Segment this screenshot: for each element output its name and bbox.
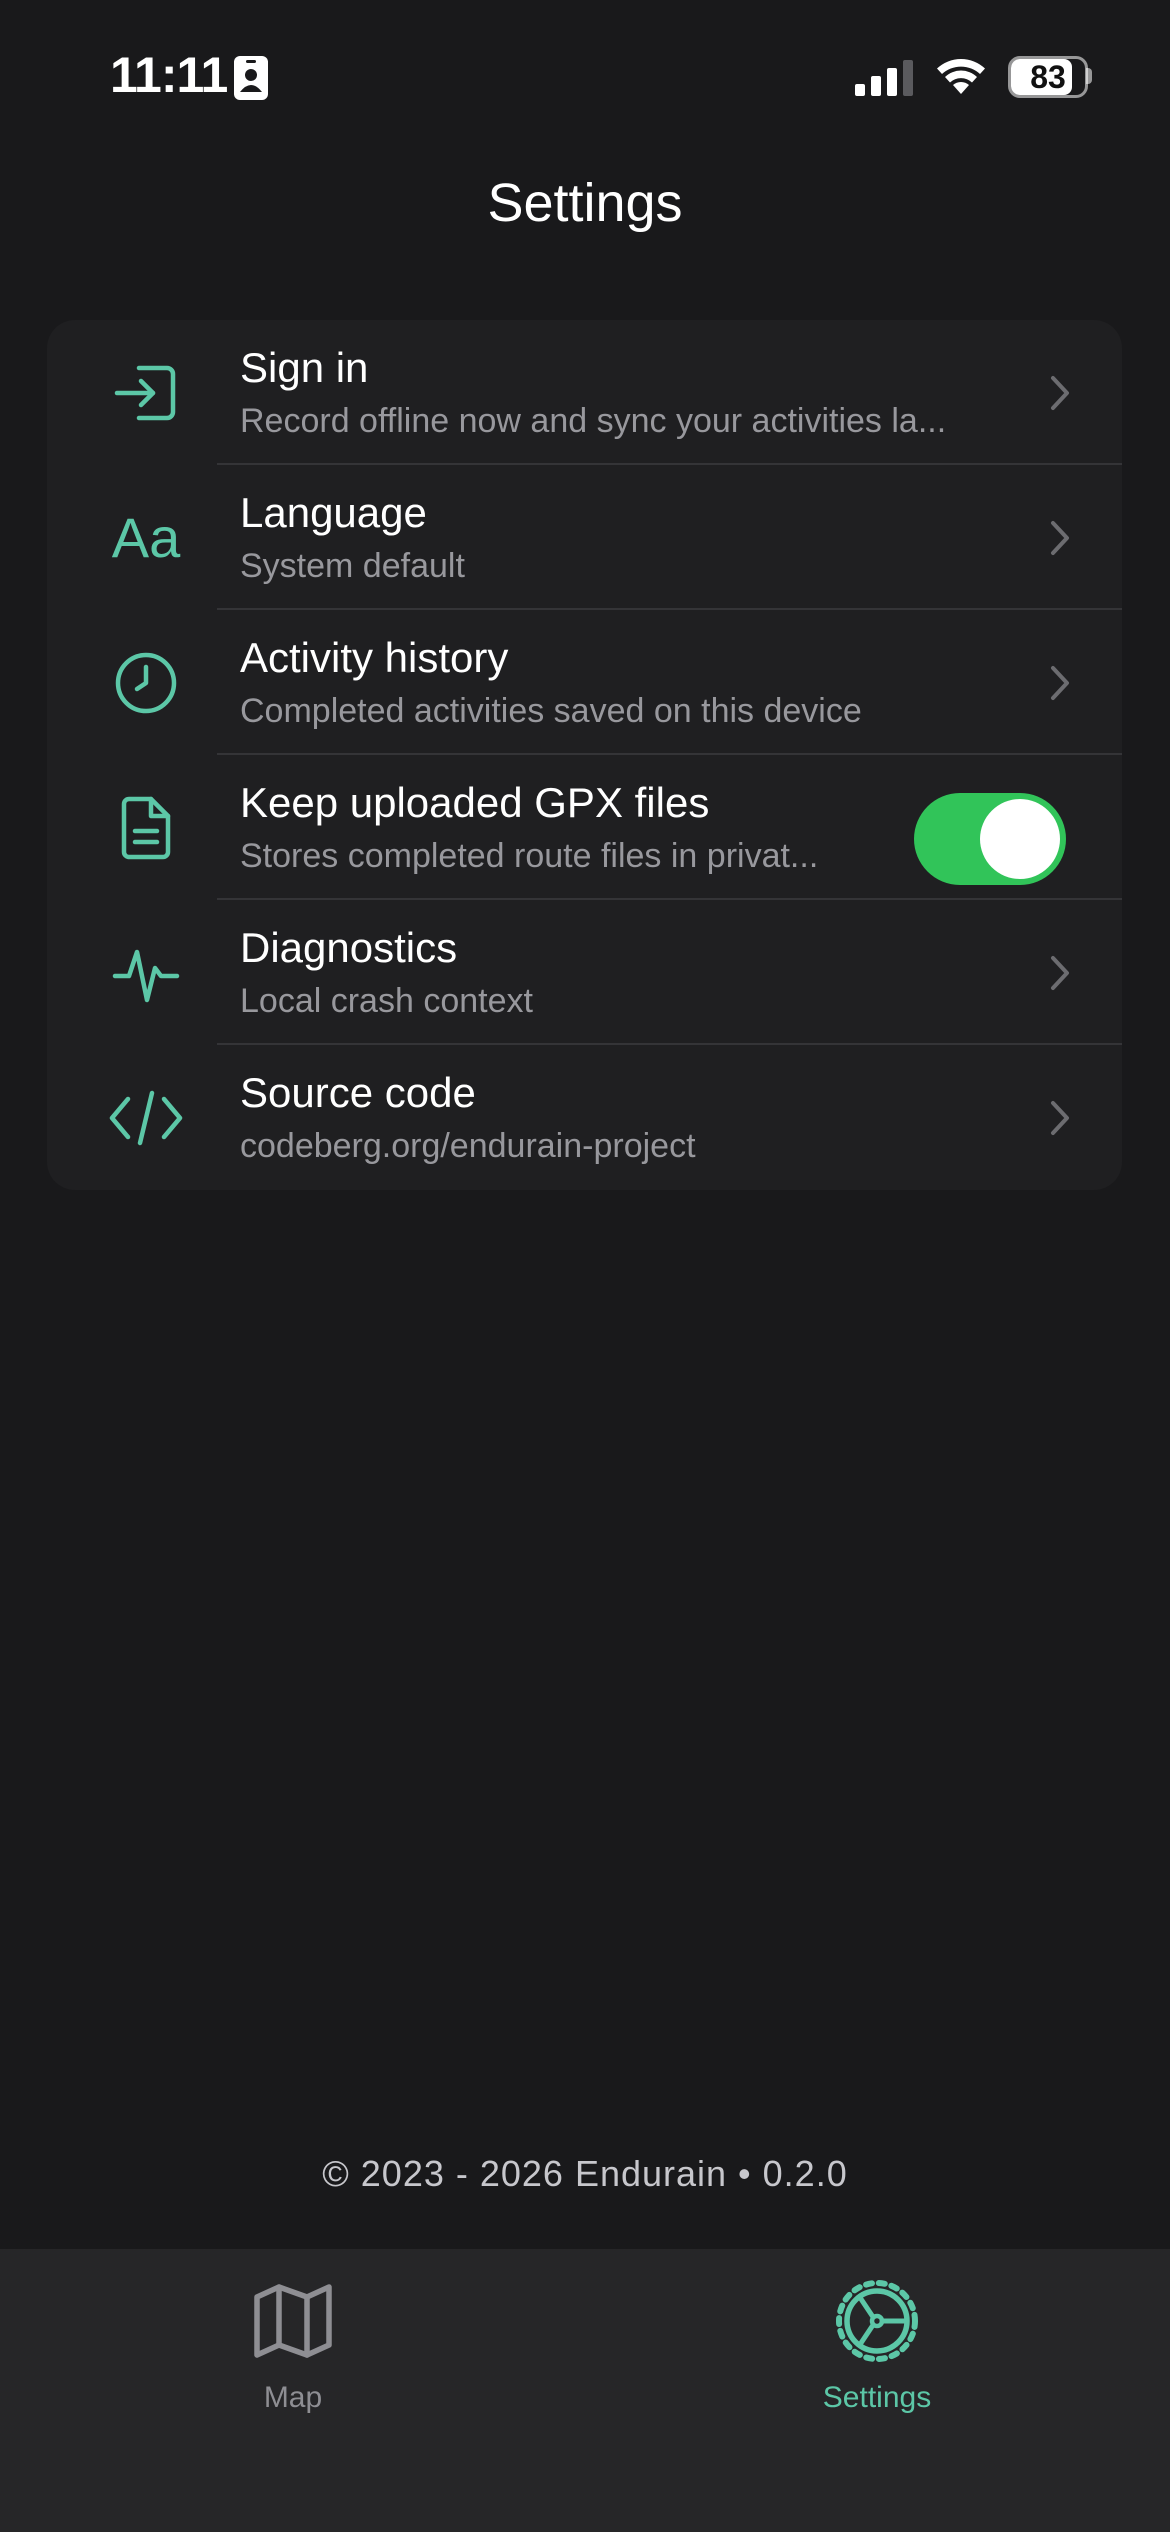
page-title: Settings bbox=[487, 173, 683, 233]
wifi-icon bbox=[937, 58, 985, 94]
settings-item-activity-history[interactable]: Activity history Completed activities sa… bbox=[47, 610, 1122, 755]
tab-map[interactable]: Map bbox=[143, 2249, 443, 2414]
settings-item-title: Diagnostics bbox=[240, 924, 458, 971]
tab-label: Map bbox=[263, 2381, 323, 2414]
settings-item-title: Keep uploaded GPX files bbox=[240, 779, 710, 826]
language-icon: Aa bbox=[105, 503, 187, 573]
settings-item-language[interactable]: Aa Language System default bbox=[47, 465, 1122, 610]
settings-screen: 11:11 83 Settings Sign in Record offline… bbox=[0, 0, 1170, 2532]
settings-item-sign-in[interactable]: Sign in Record offline now and sync your… bbox=[47, 320, 1122, 465]
settings-item-diagnostics[interactable]: Diagnostics Local crash context bbox=[47, 900, 1122, 1045]
toggle-knob bbox=[980, 799, 1060, 879]
battery-percentage: 83 bbox=[1030, 59, 1066, 95]
contact-card-icon bbox=[234, 56, 268, 100]
settings-item-keep-gpx: Keep uploaded GPX files Stores completed… bbox=[47, 755, 1122, 900]
settings-item-source-code[interactable]: Source code codeberg.org/endurain-projec… bbox=[47, 1045, 1122, 1190]
settings-list: Sign in Record offline now and sync your… bbox=[47, 320, 1122, 1190]
tab-label: Settings bbox=[822, 2381, 932, 2414]
code-icon bbox=[105, 1083, 187, 1153]
chevron-right-icon bbox=[1051, 956, 1069, 990]
status-time: 11:11 bbox=[110, 47, 228, 103]
chevron-right-icon bbox=[1051, 521, 1069, 555]
settings-item-title: Sign in bbox=[240, 344, 369, 391]
cellular-signal-icon bbox=[855, 60, 913, 96]
settings-item-title: Activity history bbox=[240, 634, 509, 681]
keep-gpx-toggle[interactable] bbox=[914, 793, 1066, 885]
settings-item-title: Source code bbox=[240, 1069, 476, 1116]
settings-item-title: Language bbox=[240, 489, 427, 536]
chevron-right-icon bbox=[1051, 1101, 1069, 1135]
settings-item-subtitle: Completed activities saved on this devic… bbox=[240, 692, 862, 730]
tab-settings[interactable]: Settings bbox=[727, 2249, 1027, 2414]
settings-item-subtitle: Stores completed route files in privat..… bbox=[240, 837, 819, 875]
settings-item-subtitle: Local crash context bbox=[240, 982, 533, 1020]
battery-nub bbox=[1086, 68, 1092, 84]
sign-in-icon bbox=[105, 358, 187, 428]
clock-icon bbox=[105, 648, 187, 718]
pulse-icon bbox=[105, 938, 187, 1008]
map-icon bbox=[254, 2284, 332, 2358]
footer-copyright: © 2023 - 2026 Endurain • 0.2.0 bbox=[322, 2153, 848, 2194]
settings-icon bbox=[836, 2280, 918, 2362]
settings-item-subtitle: System default bbox=[240, 547, 465, 585]
document-icon bbox=[105, 793, 187, 863]
settings-item-subtitle: codeberg.org/endurain-project bbox=[240, 1127, 696, 1165]
settings-item-subtitle: Record offline now and sync your activit… bbox=[240, 402, 947, 440]
tab-bar: Map Settings bbox=[0, 2249, 1170, 2532]
battery-indicator: 83 bbox=[1008, 56, 1088, 98]
chevron-right-icon bbox=[1051, 376, 1069, 410]
language-icon-glyph: Aa bbox=[111, 506, 181, 569]
chevron-right-icon bbox=[1051, 666, 1069, 700]
status-bar: 11:11 83 bbox=[0, 0, 1170, 150]
